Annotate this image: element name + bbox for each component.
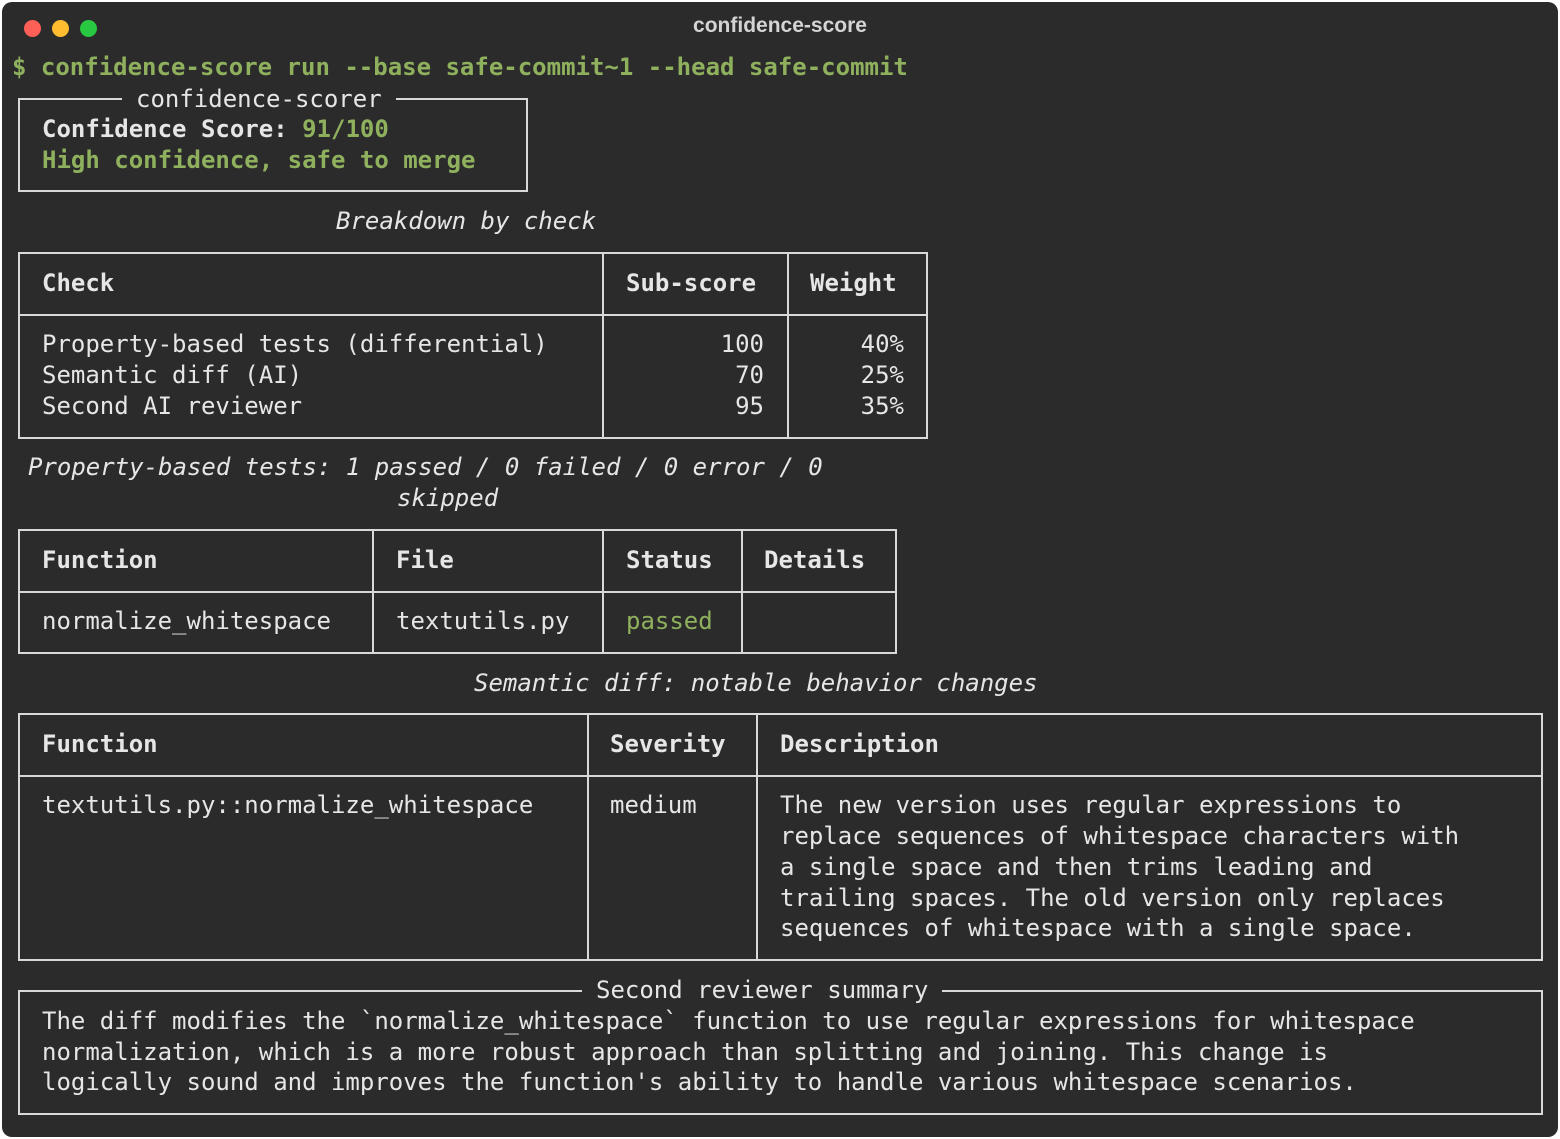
semantic-diff-header-function: Function (42, 730, 158, 758)
semantic-diff-function: textutils.py::normalize_whitespace (42, 791, 534, 819)
property-tests-header-details: Details (764, 546, 866, 574)
semantic-diff-header-divider (18, 775, 1543, 777)
breakdown-row-check: Property-based tests (differential) (42, 330, 548, 358)
breakdown-header-weight: Weight (810, 269, 897, 297)
property-test-file: textutils.py (396, 607, 570, 635)
score-line: Confidence Score: 91/100 (42, 114, 389, 145)
breakdown-header-check: Check (42, 269, 115, 297)
reviewer-summary-line: The diff modifies the `normalize_whitesp… (42, 1007, 1415, 1035)
semantic-diff-description-line: a single space and then trims leading an… (780, 853, 1373, 881)
semantic-diff-header-description: Description (780, 730, 939, 758)
score-panel-title: confidence-scorer (122, 84, 396, 115)
score-value: 91/100 (302, 115, 389, 143)
score-label: Confidence Score: (42, 115, 288, 143)
verdict-text: High confidence, safe to merge (42, 146, 476, 174)
command-text: confidence-score run --base safe-commit~… (40, 53, 908, 81)
breakdown-row-weight: 40% (860, 330, 904, 358)
command-line: $ confidence-score run --base safe-commi… (12, 52, 908, 83)
property-tests-caption: Property-based tests: 1 passed / 0 faile… (28, 453, 823, 481)
property-tests-header-divider (18, 591, 897, 593)
property-tests-header-function: Function (42, 546, 158, 574)
semantic-diff-col-divider-1 (587, 713, 589, 961)
property-test-function: normalize_whitespace (42, 607, 331, 635)
semantic-diff-description-line: The new version uses regular expressions… (780, 791, 1402, 819)
breakdown-row-check: Semantic diff (AI) (42, 361, 303, 389)
breakdown-row-check: Second AI reviewer (42, 392, 303, 420)
terminal-window: confidence-score $ confidence-score run … (2, 2, 1558, 1137)
breakdown-caption: Breakdown by check (336, 207, 597, 235)
property-test-status-badge: passed (626, 607, 713, 635)
breakdown-row-subscore: 95 (735, 392, 764, 420)
breakdown-header-divider (18, 314, 928, 316)
property-tests-col-divider-3 (741, 529, 743, 654)
property-tests-header-file: File (396, 546, 454, 574)
semantic-diff-severity: medium (610, 791, 697, 819)
semantic-diff-col-divider-2 (756, 713, 758, 961)
breakdown-header-subscore: Sub-score (626, 269, 757, 297)
semantic-diff-caption: Semantic diff: notable behavior changes (474, 669, 1038, 697)
reviewer-summary-title: Second reviewer summary (582, 975, 943, 1006)
breakdown-row-weight: 35% (860, 392, 904, 420)
breakdown-row-weight: 25% (860, 361, 904, 389)
semantic-diff-description-line: trailing spaces. The old version only re… (780, 884, 1445, 912)
breakdown-row-subscore: 70 (735, 361, 764, 389)
property-tests-col-divider-1 (372, 529, 374, 654)
title-bar: confidence-score (2, 2, 1558, 52)
prompt-symbol: $ (12, 53, 27, 81)
reviewer-summary-line: logically sound and improves the functio… (42, 1068, 1357, 1096)
semantic-diff-description-line: replace sequences of whitespace characte… (780, 822, 1460, 850)
semantic-diff-header-severity: Severity (610, 730, 726, 758)
property-tests-header-status: Status (626, 546, 713, 574)
semantic-diff-description-line: sequences of whitespace with a single sp… (780, 914, 1416, 942)
property-tests-caption-wrap: skipped (397, 484, 499, 512)
breakdown-row-subscore: 100 (720, 330, 764, 358)
window-title: confidence-score (693, 14, 867, 37)
property-tests-col-divider-2 (602, 529, 604, 654)
reviewer-summary-line: normalization, which is a more robust ap… (42, 1038, 1328, 1066)
